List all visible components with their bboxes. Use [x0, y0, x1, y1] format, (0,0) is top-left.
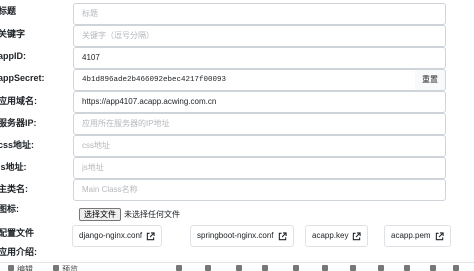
reset-secret-button[interactable]: 重置: [415, 69, 446, 91]
italic-icon[interactable]: [205, 265, 211, 271]
config-file-button-springboot[interactable]: springboot-nginx.conf: [190, 225, 294, 247]
icon-label: 图标:: [0, 204, 19, 214]
external-link-icon: [435, 231, 444, 240]
link-icon[interactable]: [293, 265, 299, 271]
config-file-name: springboot-nginx.conf: [197, 231, 274, 240]
keywords-input[interactable]: 关键字（逗号分隔）: [73, 25, 446, 47]
main-class-label: 主类名:: [0, 184, 28, 194]
title-label: 标题: [0, 6, 17, 16]
bold-icon[interactable]: [176, 265, 182, 271]
css-url-input[interactable]: css地址: [73, 135, 446, 157]
config-file-button-pem[interactable]: acapp.pem: [384, 225, 451, 247]
description-label: 应用介绍:: [0, 247, 37, 257]
heading-icon[interactable]: [262, 265, 268, 271]
appsecret-input[interactable]: 4b1d896ade2b466092ebec4217f00093: [73, 69, 416, 91]
css-url-label: css地址:: [0, 140, 35, 150]
domain-label: 应用域名:: [0, 96, 37, 106]
config-file-name: acapp.key: [312, 231, 349, 240]
js-url-input[interactable]: js地址: [73, 157, 446, 179]
code-icon[interactable]: [350, 265, 356, 271]
config-file-button-django[interactable]: django-nginx.conf: [72, 225, 163, 247]
appsecret-label: appSecret:: [0, 73, 45, 83]
quote-icon[interactable]: [236, 265, 242, 271]
file-status-text: 未选择任何文件: [124, 209, 180, 219]
keywords-label: 关键字: [0, 29, 26, 39]
appid-input[interactable]: 4107: [73, 47, 446, 69]
undo-icon[interactable]: [430, 265, 436, 271]
eye-icon: [53, 265, 59, 271]
choose-file-button[interactable]: 选择文件: [79, 207, 121, 221]
preview-tab[interactable]: 预览: [62, 264, 78, 271]
config-file-button-key[interactable]: acapp.key: [305, 225, 369, 247]
server-ip-input[interactable]: 应用所在服务器的IP地址: [73, 113, 446, 135]
title-input[interactable]: 标题: [73, 3, 446, 25]
main-class-input[interactable]: Main Class名称: [73, 179, 446, 201]
config-files-label: 配置文件: [0, 228, 35, 238]
config-file-name: django-nginx.conf: [79, 231, 143, 240]
external-link-icon: [278, 231, 287, 240]
server-ip-label: 服务器IP:: [0, 118, 37, 128]
editor-toolbar: 编辑 预览: [0, 262, 474, 271]
external-link-icon: [353, 231, 362, 240]
pencil-icon: [8, 265, 14, 271]
config-file-name: acapp.pem: [391, 231, 431, 240]
js-url-label: js地址:: [0, 162, 27, 172]
edit-tab[interactable]: 编辑: [17, 264, 33, 271]
fullscreen-icon[interactable]: [453, 265, 459, 271]
icon-file-picker: 选择文件 未选择任何文件: [79, 207, 180, 221]
list-icon[interactable]: [378, 265, 384, 271]
image-icon[interactable]: [322, 265, 328, 271]
table-icon[interactable]: [404, 265, 410, 271]
external-link-icon: [146, 231, 155, 240]
appid-label: appID:: [0, 51, 26, 61]
domain-input[interactable]: https://app4107.acapp.acwing.com.cn: [73, 91, 446, 113]
app-edit-form: 标题 关键字 appID: appSecret: 应用域名: 服务器IP: cs…: [0, 0, 474, 271]
